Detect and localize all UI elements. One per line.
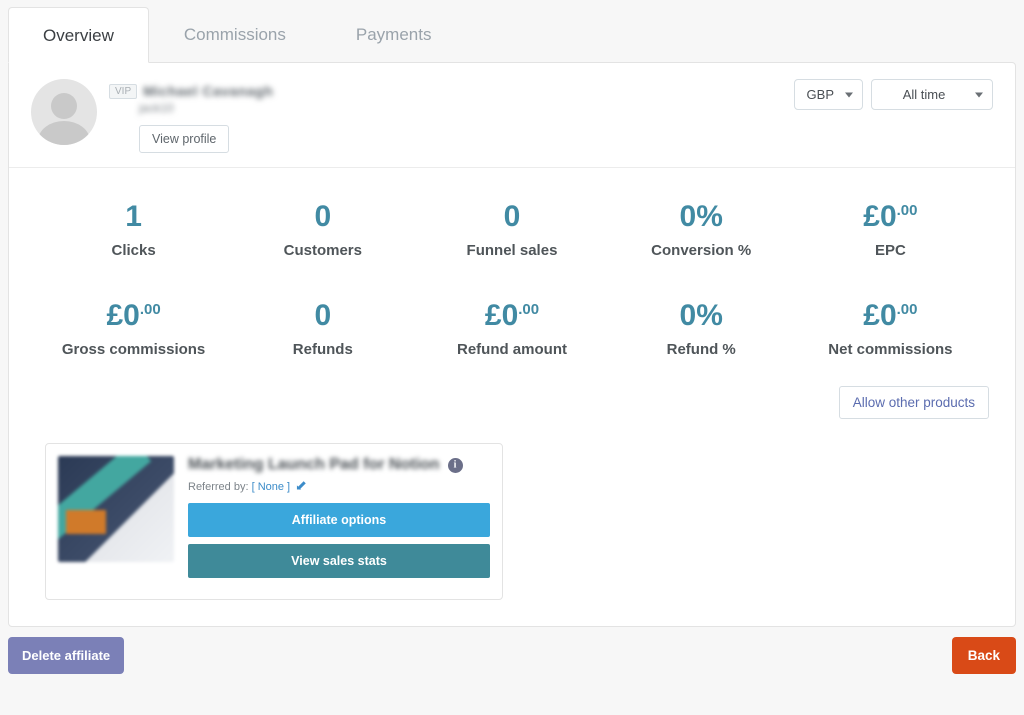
avatar [31, 79, 97, 145]
profile-header: VIP Michael Cavanagh jack10 View profile… [9, 63, 1015, 168]
back-button[interactable]: Back [952, 637, 1016, 674]
referred-by: Referred by: [ None ] [188, 480, 490, 493]
stat-label: Funnel sales [417, 242, 606, 259]
referred-by-link[interactable]: [ None ] [252, 481, 291, 493]
affiliate-handle: jack10 [139, 101, 273, 115]
stat-label: Net commissions [796, 341, 985, 358]
info-icon[interactable] [448, 458, 463, 473]
stat-value: 0 [228, 202, 417, 232]
footer: Delete affiliate Back [8, 627, 1016, 674]
product-card: Marketing Launch Pad for Notion Referred… [45, 443, 503, 600]
stat-label: Refunds [228, 341, 417, 358]
stat-cell: 0 Funnel sales [417, 202, 606, 259]
stat-value: 0% [607, 301, 796, 331]
stat-cell: £0.00 Gross commissions [39, 301, 228, 358]
stat-label: Refund amount [417, 341, 606, 358]
stat-value: 0 [228, 301, 417, 331]
product-title: Marketing Launch Pad for Notion [188, 456, 440, 474]
stats-grid: 1Clicks0Customers0Funnel sales0%Conversi… [9, 168, 1015, 382]
stat-value: £0.00 [39, 301, 228, 331]
overview-panel: VIP Michael Cavanagh jack10 View profile… [8, 62, 1016, 627]
stat-value: 1 [39, 202, 228, 232]
stat-label: EPC [796, 242, 985, 259]
tabs: Overview Commissions Payments [8, 6, 1016, 62]
view-sales-stats-button[interactable]: View sales stats [188, 544, 490, 578]
stat-label: Refund % [607, 341, 796, 358]
tab-payments[interactable]: Payments [321, 6, 467, 62]
stat-value: £0.00 [417, 301, 606, 331]
pencil-icon[interactable] [296, 480, 308, 492]
stat-label: Conversion % [607, 242, 796, 259]
stat-value: 0 [417, 202, 606, 232]
affiliate-name: Michael Cavanagh [143, 83, 273, 99]
period-select[interactable]: All time [871, 79, 993, 110]
stat-label: Customers [228, 242, 417, 259]
stat-value: £0.00 [796, 301, 985, 331]
vip-badge: VIP [109, 84, 137, 99]
stat-label: Clicks [39, 242, 228, 259]
currency-select[interactable]: GBP [794, 79, 863, 110]
allow-other-products-button[interactable]: Allow other products [839, 386, 989, 419]
stat-cell: £0.00 Net commissions [796, 301, 985, 358]
tab-commissions[interactable]: Commissions [149, 6, 321, 62]
stat-cell: 1 Clicks [39, 202, 228, 259]
stat-label: Gross commissions [39, 341, 228, 358]
stat-value: £0.00 [796, 202, 985, 232]
tab-overview[interactable]: Overview [8, 7, 149, 63]
view-profile-button[interactable]: View profile [139, 125, 229, 153]
stat-cell: 0 Refunds [228, 301, 417, 358]
stat-cell: £0.00 Refund amount [417, 301, 606, 358]
stat-value: 0% [607, 202, 796, 232]
stat-cell: 0 Customers [228, 202, 417, 259]
stat-cell: 0% Refund % [607, 301, 796, 358]
stat-cell: 0% Conversion % [607, 202, 796, 259]
affiliate-options-button[interactable]: Affiliate options [188, 503, 490, 537]
product-thumbnail [58, 456, 174, 562]
delete-affiliate-button[interactable]: Delete affiliate [8, 637, 124, 674]
referred-by-label: Referred by: [188, 481, 249, 493]
stat-cell: £0.00 EPC [796, 202, 985, 259]
